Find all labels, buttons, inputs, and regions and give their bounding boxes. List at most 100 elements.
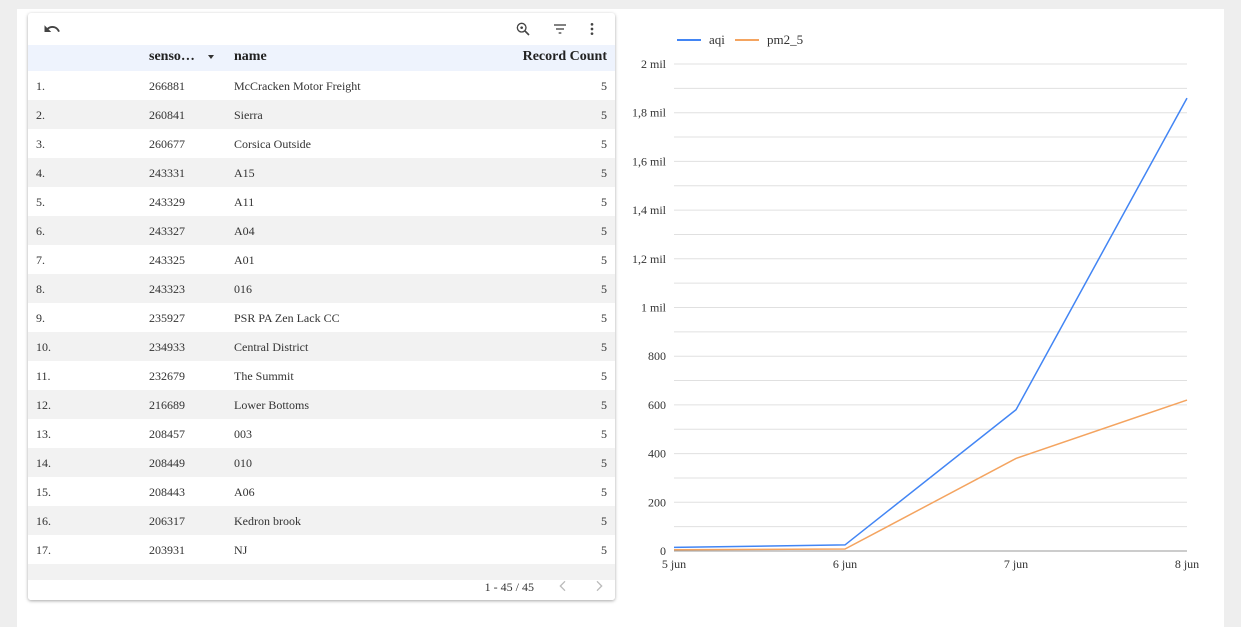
record-count-cell: 5	[601, 427, 607, 441]
name-cell: NJ	[234, 543, 248, 557]
name-cell: Sierra	[234, 108, 263, 122]
column-header-sensor[interactable]: senso…	[149, 49, 197, 65]
record-count-cell: 5	[601, 282, 607, 296]
row-index: 13.	[36, 427, 51, 441]
table-row[interactable]: 14. 208449 010 5	[28, 448, 615, 477]
next-page-icon[interactable]	[591, 578, 607, 594]
name-cell: A01	[234, 253, 255, 267]
record-count-cell: 5	[601, 253, 607, 267]
zoom-search-icon[interactable]	[513, 19, 533, 39]
row-index: 7.	[36, 253, 45, 267]
table-row[interactable]: 1. 266881 McCracken Motor Freight 5	[28, 71, 615, 100]
record-count-cell: 5	[601, 340, 607, 354]
legend-label-pm2_5: pm2_5	[767, 32, 804, 47]
table-row[interactable]: 6. 243327 A04 5	[28, 216, 615, 245]
record-count-cell: 5	[601, 543, 607, 557]
legend-item-aqi[interactable]: aqi	[677, 32, 725, 48]
table-row[interactable]: 8. 243323 016 5	[28, 274, 615, 303]
legend-item-pm2_5[interactable]: pm2_5	[735, 32, 803, 48]
chart-plot-area: 0 200 400 600 800 1 mil 1,2 mil 1,4 mil 1,6 mil 1…	[632, 57, 1199, 571]
table-row[interactable]: 13. 208457 003 5	[28, 419, 615, 448]
record-count-cell: 5	[601, 166, 607, 180]
table-row-partial[interactable]	[28, 564, 615, 580]
sensor-cell: 234933	[149, 340, 185, 354]
table-row[interactable]: 17. 203931 NJ 5	[28, 535, 615, 564]
record-count-cell: 5	[601, 195, 607, 209]
sensor-cell: 266881	[149, 79, 185, 93]
table-toolbar	[28, 13, 615, 45]
table-header: senso… name Record Count	[28, 45, 615, 71]
y-tick-label: 800	[648, 349, 666, 363]
row-index: 3.	[36, 137, 45, 151]
table-row[interactable]: 5. 243329 A11 5	[28, 187, 615, 216]
series-line-pm2_5	[673, 399, 1188, 551]
name-cell: A04	[234, 224, 255, 238]
name-cell: A06	[234, 485, 255, 499]
y-tick-label: 1,2 mil	[632, 252, 667, 266]
table-row[interactable]: 10. 234933 Central District 5	[28, 332, 615, 361]
sensor-cell: 260841	[149, 108, 185, 122]
sensor-cell: 208443	[149, 485, 185, 499]
column-header-name[interactable]: name	[234, 49, 267, 65]
name-cell: Kedron brook	[234, 514, 301, 528]
record-count-cell: 5	[601, 398, 607, 412]
undo-icon[interactable]	[42, 19, 62, 39]
legend-label-aqi: aqi	[709, 32, 725, 47]
name-cell: McCracken Motor Freight	[234, 79, 361, 93]
sensor-cell: 260677	[149, 137, 185, 151]
table-chart: senso… name Record Count 1. 266881 McCrack…	[28, 13, 615, 600]
row-index: 17.	[36, 543, 51, 557]
row-index: 15.	[36, 485, 51, 499]
row-index: 12.	[36, 398, 51, 412]
table-row[interactable]: 2. 260841 Sierra 5	[28, 100, 615, 129]
name-cell: The Summit	[234, 369, 294, 383]
name-cell: 003	[234, 427, 252, 441]
sensor-cell: 208457	[149, 427, 185, 441]
y-tick-label: 0	[660, 544, 666, 558]
column-header-record-count[interactable]: Record Count	[523, 49, 607, 65]
record-count-cell: 5	[601, 79, 607, 93]
row-index: 4.	[36, 166, 45, 180]
name-cell: A11	[234, 195, 255, 209]
sensor-cell: 232679	[149, 369, 185, 383]
row-index: 6.	[36, 224, 45, 238]
table-row[interactable]: 16. 206317 Kedron brook 5	[28, 506, 615, 535]
table-row[interactable]: 12. 216689 Lower Bottoms 5	[28, 390, 615, 419]
y-tick-label: 400	[648, 447, 666, 461]
y-tick-label: 600	[648, 398, 666, 412]
sensor-cell: 243325	[149, 253, 185, 267]
more-vertical-icon[interactable]	[582, 19, 602, 39]
sort-desc-icon[interactable]	[208, 55, 214, 59]
pagination-label: 1 - 45 / 45	[484, 580, 534, 594]
table-row[interactable]: 7. 243325 A01 5	[28, 245, 615, 274]
row-index: 10.	[36, 340, 51, 354]
row-index: 16.	[36, 514, 51, 528]
sensor-cell: 243331	[149, 166, 185, 180]
legend-swatch-aqi	[677, 39, 701, 41]
filter-icon[interactable]	[550, 19, 570, 39]
table-row[interactable]: 9. 235927 PSR PA Zen Lack CC 5	[28, 303, 615, 332]
y-tick-label: 1,4 mil	[632, 203, 667, 217]
table-row[interactable]: 4. 243331 A15 5	[28, 158, 615, 187]
x-tick-label: 6 jun	[833, 557, 857, 571]
row-index: 1.	[36, 79, 45, 93]
legend-swatch-pm2_5	[735, 39, 759, 41]
x-tick-label: 7 jun	[1004, 557, 1028, 571]
name-cell: Lower Bottoms	[234, 398, 309, 412]
record-count-cell: 5	[601, 369, 607, 383]
sensor-cell: 243329	[149, 195, 185, 209]
pagination-bar: 1 - 45 / 45	[28, 580, 615, 600]
sensor-cell: 243327	[149, 224, 185, 238]
row-index: 2.	[36, 108, 45, 122]
y-tick-label: 1,6 mil	[632, 154, 667, 168]
line-chart: aqi pm2_5 0 200 400 600 800 1 mil 1,2 mil 1,4 m…	[620, 20, 1220, 590]
table-row[interactable]: 15. 208443 A06 5	[28, 477, 615, 506]
row-index: 14.	[36, 456, 51, 470]
row-index: 11.	[36, 369, 51, 383]
record-count-cell: 5	[601, 137, 607, 151]
table-row[interactable]: 3. 260677 Corsica Outside 5	[28, 129, 615, 158]
previous-page-icon[interactable]	[555, 578, 571, 594]
table-row[interactable]: 11. 232679 The Summit 5	[28, 361, 615, 390]
name-cell: 010	[234, 456, 252, 470]
record-count-cell: 5	[601, 108, 607, 122]
